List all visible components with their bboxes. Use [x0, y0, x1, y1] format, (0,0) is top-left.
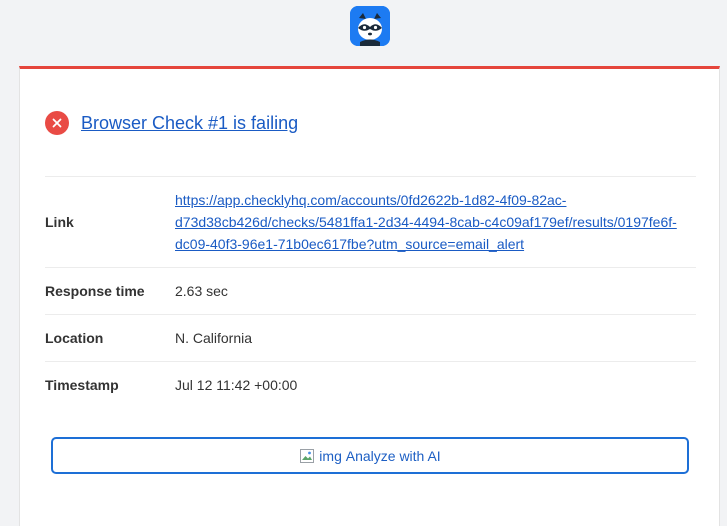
detail-row-location: Location N. California [45, 314, 696, 361]
url-line: d73d38cb426d/checks/5481ffa1-2d34-4494-8… [175, 214, 677, 230]
details-table: Link https://app.checklyhq.com/accounts/… [45, 176, 696, 408]
detail-row-response-time: Response time 2.63 sec [45, 267, 696, 314]
detail-label: Link [45, 214, 74, 230]
alert-title-row: Browser Check #1 is failing [45, 110, 298, 136]
broken-image-icon [299, 448, 315, 464]
detail-value: Jul 12 11:42 +00:00 [175, 377, 298, 393]
close-icon [45, 111, 69, 135]
alert-title-link[interactable]: Browser Check #1 is failing [81, 113, 298, 134]
detail-label: Timestamp [45, 377, 119, 393]
detail-value: N. California [175, 330, 253, 346]
detail-label: Response time [45, 283, 145, 299]
detail-row-link: Link https://app.checklyhq.com/accounts/… [45, 176, 696, 267]
url-line: https://app.checklyhq.com/accounts/0fd26… [175, 192, 567, 208]
brand-logo [350, 6, 390, 46]
broken-image-alt: img [319, 447, 342, 464]
raccoon-logo-icon [350, 6, 390, 46]
analyze-button-label: Analyze with AI [345, 447, 441, 464]
result-url-link[interactable]: https://app.checklyhq.com/accounts/0fd26… [175, 189, 677, 255]
alert-card: Browser Check #1 is failing Link https:/… [19, 66, 720, 526]
detail-row-timestamp: Timestamp Jul 12 11:42 +00:00 [45, 361, 696, 408]
analyze-with-ai-button[interactable]: img Analyze with AI [51, 437, 689, 474]
url-line: dc09-40f3-96e1-71b0ec617fbe?utm_source=e… [175, 236, 525, 252]
detail-value: https://app.checklyhq.com/accounts/0fd26… [175, 177, 696, 267]
detail-value: 2.63 sec [175, 283, 228, 299]
detail-label: Location [45, 330, 104, 346]
